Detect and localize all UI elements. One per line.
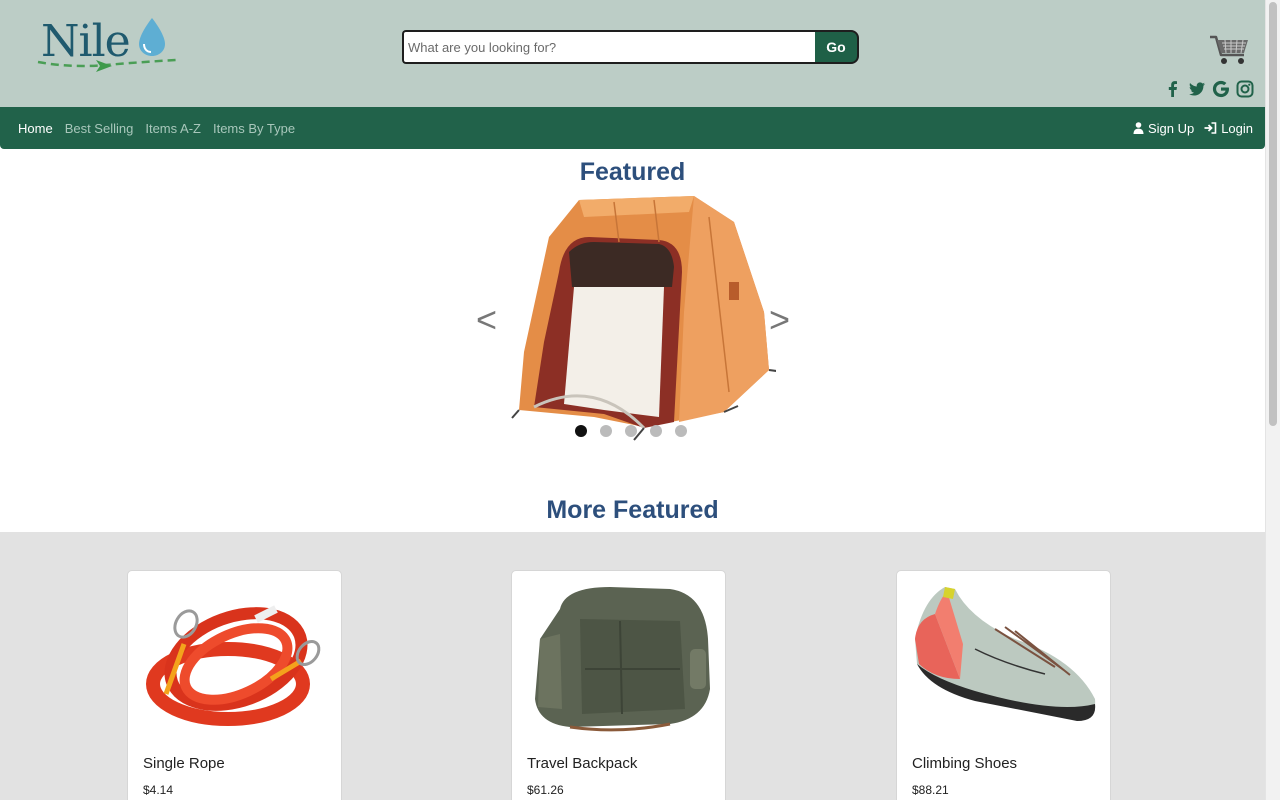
carousel-indicators <box>575 425 687 437</box>
nav-links: Home Best Selling Items A-Z Items By Typ… <box>18 107 295 149</box>
featured-carousel: < > <box>476 192 792 444</box>
featured-heading: Featured <box>579 158 686 186</box>
carousel-dot-3[interactable] <box>625 425 637 437</box>
carousel-slide-image[interactable] <box>494 192 785 442</box>
account-links: Sign Up Login <box>1133 107 1253 149</box>
signup-link[interactable]: Sign Up <box>1133 121 1194 136</box>
login-link[interactable]: Login <box>1204 121 1253 136</box>
google-icon[interactable] <box>1212 80 1230 98</box>
product-image-climbing-shoes <box>905 579 1102 737</box>
carousel-prev-button[interactable]: < <box>476 300 497 340</box>
nav-item-items-by-type[interactable]: Items By Type <box>213 121 295 136</box>
cart-icon[interactable] <box>1208 33 1250 67</box>
page-scrollbar[interactable] <box>1265 0 1280 800</box>
user-icon <box>1133 122 1144 134</box>
search-input[interactable] <box>402 30 815 64</box>
twitter-icon[interactable] <box>1188 80 1206 98</box>
product-price: $4.14 <box>143 783 174 797</box>
more-featured-heading: More Featured <box>546 496 719 524</box>
carousel-dot-5[interactable] <box>675 425 687 437</box>
site-header: Nile Go <box>0 0 1265 107</box>
product-card[interactable]: Single Rope $4.14 <box>127 570 342 800</box>
search-form: Go <box>402 30 859 64</box>
scrollbar-thumb[interactable] <box>1269 2 1277 426</box>
sign-in-icon <box>1204 122 1217 134</box>
carousel-dot-2[interactable] <box>600 425 612 437</box>
carousel-next-button[interactable]: > <box>769 300 790 340</box>
product-name: Travel Backpack <box>527 755 638 772</box>
nav-item-items-a-z[interactable]: Items A-Z <box>145 121 201 136</box>
nile-logo[interactable]: Nile <box>36 14 178 76</box>
product-price: $88.21 <box>912 783 949 797</box>
product-name: Single Rope <box>143 755 225 772</box>
carousel-dot-4[interactable] <box>650 425 662 437</box>
social-links <box>1164 80 1254 98</box>
product-price: $61.26 <box>527 783 564 797</box>
carousel-dot-1[interactable] <box>575 425 587 437</box>
product-card[interactable]: Travel Backpack $61.26 <box>511 570 726 800</box>
main-navbar: Home Best Selling Items A-Z Items By Typ… <box>0 107 1265 149</box>
search-go-button[interactable]: Go <box>815 30 859 64</box>
nav-item-home[interactable]: Home <box>18 121 53 136</box>
nav-item-best-selling[interactable]: Best Selling <box>65 121 134 136</box>
product-card[interactable]: Climbing Shoes $88.21 <box>896 570 1111 800</box>
product-name: Climbing Shoes <box>912 755 1018 772</box>
logo-text: Nile <box>41 16 131 67</box>
product-image-rope <box>136 579 333 737</box>
signup-label: Sign Up <box>1147 120 1195 136</box>
login-label: Login <box>1221 120 1253 136</box>
product-grid: Single Rope $4.14 Travel Backpack $61.26 <box>0 532 1265 800</box>
instagram-icon[interactable] <box>1236 80 1254 98</box>
product-image-backpack <box>520 579 717 737</box>
facebook-icon[interactable] <box>1164 80 1182 98</box>
